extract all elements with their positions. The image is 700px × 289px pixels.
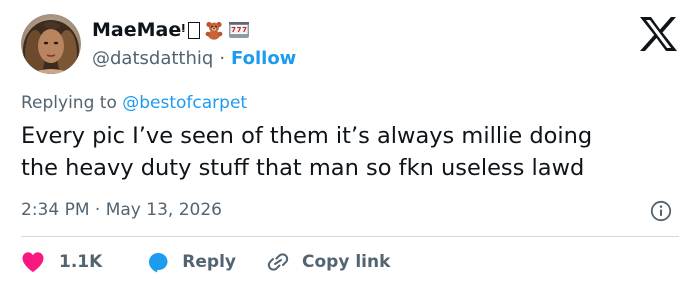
copy-link-button[interactable]: Copy link <box>266 251 390 273</box>
reply-mention-link[interactable]: @bestofcarpet <box>122 93 247 113</box>
teddy-bear-icon <box>206 21 223 40</box>
like-count: 1.1K <box>59 252 103 272</box>
slot-machine-icon: 7 7 7 <box>229 22 250 38</box>
svg-text:7: 7 <box>231 26 236 34</box>
svg-text:7: 7 <box>237 26 242 34</box>
author-display-name[interactable]: MaeMaeᵎ <box>92 19 185 41</box>
tweet-timestamp[interactable]: 2:34 PM · May 13, 2026 <box>21 200 222 220</box>
divider <box>21 236 679 237</box>
speech-bubble-icon <box>149 253 168 273</box>
tweet-text: Every pic I’ve seen of them it’s always … <box>21 123 593 181</box>
reply-button[interactable]: Reply <box>146 251 236 273</box>
reply-label: Reply <box>182 252 236 272</box>
svg-text:7: 7 <box>242 26 247 34</box>
info-icon[interactable] <box>650 200 672 222</box>
author-handle-row: @datsdatthiq · Follow <box>92 48 296 69</box>
avatar-image <box>21 14 81 74</box>
like-button[interactable]: 1.1K <box>21 251 102 273</box>
avatar[interactable] <box>21 14 81 74</box>
tweet-embed-card: MaeMaeᵎ 7 7 7 @datsdatthiq · Follow Repl… <box>0 0 700 289</box>
follow-button[interactable]: Follow <box>231 48 296 69</box>
author-handle[interactable]: @datsdatthiq <box>92 48 213 69</box>
reply-context: Replying to @bestofcarpet <box>21 93 247 113</box>
x-logo-icon[interactable] <box>638 16 678 52</box>
missing-glyph-box <box>188 21 201 39</box>
copy-link-label: Copy link <box>302 252 391 272</box>
action-bar: 1.1K Reply Copy link <box>21 248 390 276</box>
heart-icon <box>22 252 44 272</box>
reply-context-prefix: Replying to <box>21 93 123 113</box>
author-name-row: MaeMaeᵎ 7 7 7 <box>92 17 250 43</box>
separator-dot: · <box>219 48 226 69</box>
link-icon <box>267 253 289 271</box>
